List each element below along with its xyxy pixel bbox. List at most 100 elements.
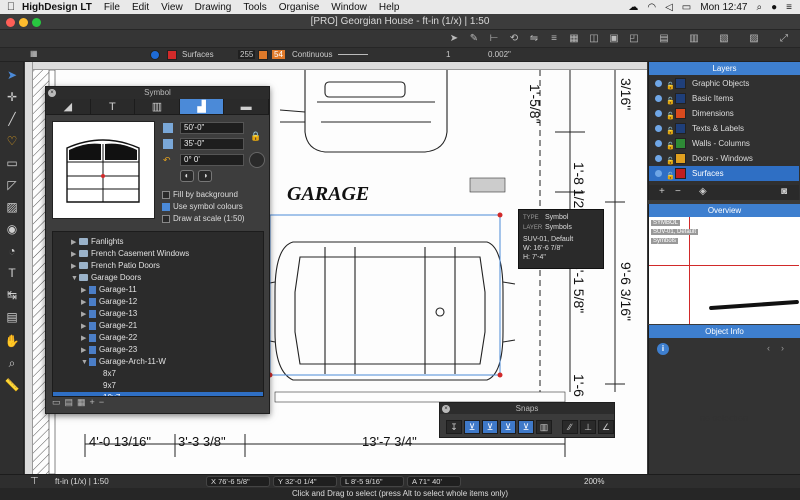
tree-item[interactable]: ▶ Fanlights [53, 236, 263, 248]
snap-end-point-icon[interactable]: ↧ [446, 420, 462, 434]
symbol-width-input[interactable]: 50'-0" [180, 122, 244, 134]
snap-center-icon[interactable]: ⊻ [482, 420, 498, 434]
pin-icon[interactable]: ⊤ [30, 476, 39, 487]
toolbar-pen-icon[interactable]: ✎ [468, 33, 480, 45]
symbol-height-input[interactable]: 35'-0" [180, 138, 244, 150]
search-icon[interactable]: ⌕ [757, 2, 763, 13]
layer-visible-icon[interactable] [655, 125, 662, 132]
tree-item[interactable]: ▶ French Casement Windows [53, 248, 263, 260]
dim-bottom-2[interactable]: 3'-3 3/8" [178, 434, 226, 449]
toolbar-layers-icon[interactable]: ◫ [588, 33, 600, 45]
layer-color-swatch[interactable] [675, 153, 686, 164]
battery-icon[interactable]: ▭ [682, 2, 691, 13]
fill-background-option[interactable]: Fill by background [162, 190, 238, 199]
remove-layer-button[interactable]: − [675, 186, 681, 197]
toolbar-symbols-panel-icon[interactable]: ▧ [718, 33, 730, 45]
text-tool-icon[interactable]: T [3, 264, 21, 282]
coord-angle[interactable]: A 71° 40' [407, 476, 461, 487]
zoom-level[interactable]: 200% [584, 477, 604, 486]
fill-background-checkbox[interactable] [162, 190, 170, 199]
toolbar-properties-icon[interactable]: ▨ [748, 33, 760, 45]
dim-bottom-3[interactable]: 13'-7 3/4" [362, 434, 417, 449]
grid-toggle-icon[interactable]: ▦ [30, 49, 38, 58]
tree-item[interactable]: ▶ Garage-21 [53, 320, 263, 332]
toolbar-grid-icon[interactable]: ▦ [568, 33, 580, 45]
import-icon[interactable]: ▦ [77, 397, 86, 409]
volume-icon[interactable]: ◁ [665, 2, 673, 13]
dim-right-6[interactable]: 1'-6 [571, 374, 587, 397]
layer-color-swatch[interactable] [675, 93, 686, 104]
wall-tool-icon[interactable]: ◸ [3, 176, 21, 194]
pen-color-swatch[interactable] [150, 50, 160, 60]
symbol-tool-icon[interactable]: ▤ [3, 308, 21, 326]
rotation-dial[interactable] [249, 152, 265, 168]
add-layer-button[interactable]: + [659, 186, 665, 197]
symbol-colours-checkbox[interactable] [162, 202, 170, 211]
tree-item[interactable]: ▶ Garage-11 [53, 284, 263, 296]
hatch-tool-icon[interactable]: ▨ [3, 198, 21, 216]
layer-row[interactable]: 🔓 Doors - Windows [649, 151, 799, 166]
snap-angle-icon[interactable]: ∠ [598, 420, 614, 434]
folder-icon[interactable]: ▭ [52, 397, 61, 409]
menu-drawing[interactable]: Drawing [195, 2, 232, 13]
layer-visible-icon[interactable] [655, 80, 662, 87]
layer-visible-icon[interactable] [655, 140, 662, 147]
dimension-tool-icon[interactable]: ↹ [3, 286, 21, 304]
select-arrow-icon[interactable]: ➤ [3, 66, 21, 84]
tree-item[interactable]: ▼ Garage-Arch-11-W [53, 356, 263, 368]
line-tool-icon[interactable]: ╱ [3, 110, 21, 128]
draw-at-scale-checkbox[interactable] [162, 214, 170, 223]
symbol-colours-option[interactable]: Use symbol colours [162, 202, 243, 211]
snap-grid-icon[interactable]: ▥ [536, 420, 552, 434]
toolbar-arrow-icon[interactable]: ➤ [448, 33, 460, 45]
flip-horizontal-button[interactable]: ◐ [180, 170, 194, 182]
toolbar-image-icon[interactable]: ▣ [608, 33, 620, 45]
accent-swatch[interactable] [258, 50, 268, 60]
overview-map[interactable]: SYMBOL SUV-01, Default Symbols [649, 217, 800, 324]
toolbar-layers-panel-icon[interactable]: ▤ [658, 33, 670, 45]
layer-row[interactable]: 🔓 Basic Items [649, 91, 799, 106]
layer-row[interactable]: 🔓 Walls - Columns [649, 136, 799, 151]
layer-row[interactable]: 🔓 Dimensions [649, 106, 799, 121]
flip-vertical-button[interactable]: ◑ [198, 170, 212, 182]
siri-icon[interactable]: ● [771, 2, 777, 13]
layer-visible-icon[interactable] [655, 95, 662, 102]
layer-visible-icon[interactable] [655, 110, 662, 117]
coord-length[interactable]: L 8'-5 9/16" [340, 476, 404, 487]
weight-field[interactable]: 54 [272, 50, 285, 59]
layer-stack-icon[interactable]: ◈ [699, 186, 707, 197]
menu-organise[interactable]: Organise [279, 2, 320, 13]
library-icon[interactable]: ▤ [65, 397, 74, 409]
menu-window[interactable]: Window [331, 2, 367, 13]
layer-camera-icon[interactable]: ◙ [781, 186, 787, 197]
layer-row[interactable]: 🔓 Surfaces [649, 166, 799, 181]
layer-row[interactable]: 🔓 Graphic Objects [649, 76, 799, 91]
tree-item[interactable]: ▶ French Patio Doors [53, 260, 263, 272]
dim-right-3[interactable]: 1'-8 1/2" [571, 162, 587, 213]
clock[interactable]: Mon 12:47 [700, 2, 747, 13]
layer-row[interactable]: 🔓 Texts & Labels [649, 121, 799, 136]
layer-color-swatch[interactable] [675, 123, 686, 134]
snap-mid-point-icon[interactable]: ⊻ [464, 420, 480, 434]
dim-right-4[interactable]: 8'-1 5/8" [571, 262, 587, 313]
tree-item[interactable]: ▶ Garage-22 [53, 332, 263, 344]
dim-right-1[interactable]: 1'-5/8" [527, 84, 543, 124]
menu-tools[interactable]: Tools [243, 2, 266, 13]
tab-text[interactable]: T [91, 99, 136, 114]
point-tool-icon[interactable]: ✛ [3, 88, 21, 106]
garage-room-label[interactable]: GARAGE [287, 183, 369, 206]
snap-intersection-icon[interactable]: ⊻ [500, 420, 516, 434]
tree-item[interactable]: ▶ Garage-12 [53, 296, 263, 308]
zoom-tool-icon[interactable]: ⌕ [3, 354, 21, 372]
scale-field[interactable]: 1 [446, 50, 450, 59]
hand-tool-icon[interactable]: ✋ [3, 332, 21, 350]
cloud-icon[interactable]: ☁ [628, 2, 638, 13]
tree-item[interactable]: ▼ Garage Doors [53, 272, 263, 284]
layer-color-swatch[interactable] [675, 168, 686, 179]
layer-visible-icon[interactable] [655, 155, 662, 162]
toolbar-info-panel-icon[interactable]: ▥ [688, 33, 700, 45]
menu-app-name[interactable]: HighDesign LT [22, 2, 92, 13]
unit-scale-label[interactable]: ft-in (1/x) | 1:50 [55, 477, 109, 486]
tab-symbol-icon[interactable]: ▟ [179, 99, 225, 114]
toolbar-3d-icon[interactable]: ◰ [628, 33, 640, 45]
